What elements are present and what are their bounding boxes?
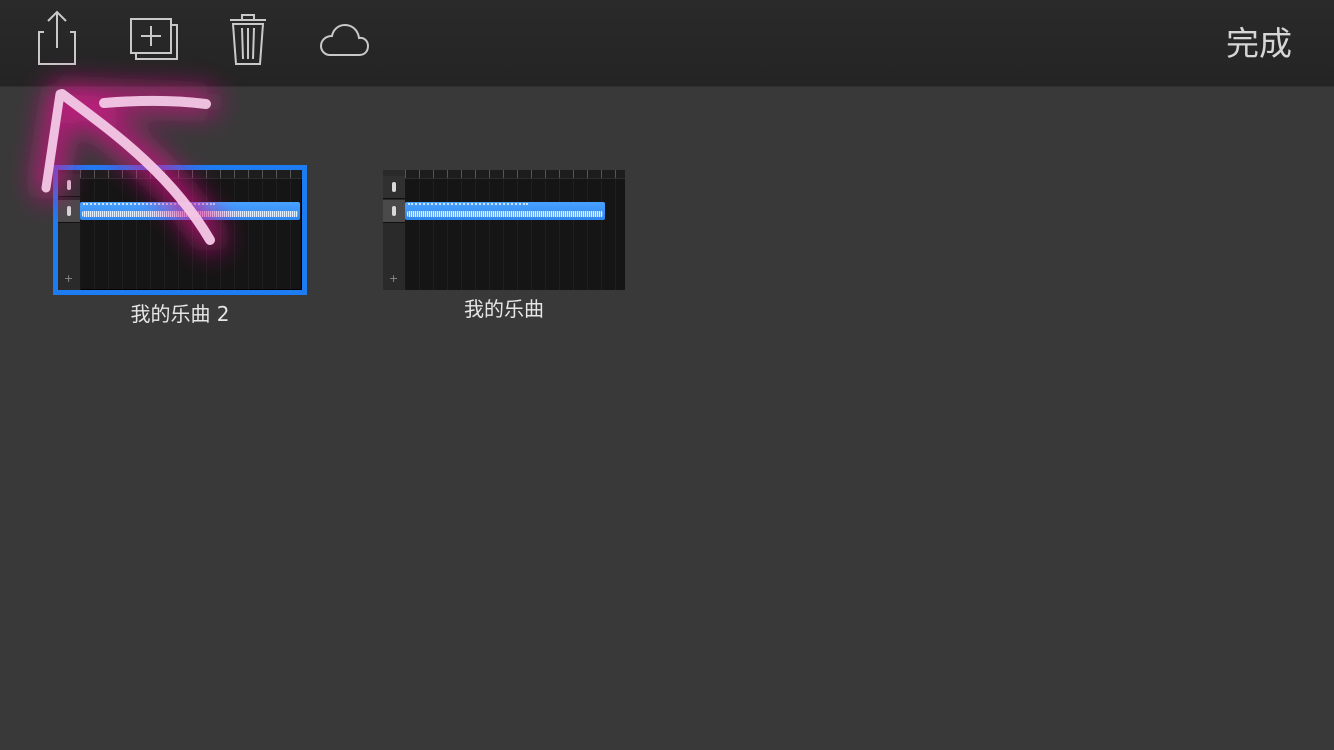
done-button[interactable]: 完成 — [1226, 22, 1292, 66]
timeline-ruler — [405, 170, 625, 179]
audio-region — [80, 202, 300, 220]
song-thumbnail[interactable]: + — [53, 165, 307, 295]
microphone-icon — [392, 206, 396, 216]
track-lanes — [80, 179, 302, 290]
song-thumbnail[interactable]: + — [383, 170, 625, 290]
track-lanes — [405, 179, 625, 290]
track-header — [58, 200, 80, 223]
track-header — [58, 174, 80, 197]
add-track-icon: + — [389, 272, 399, 285]
microphone-icon — [67, 206, 71, 216]
duplicate-button[interactable] — [122, 8, 182, 72]
song-item[interactable]: + 我的乐曲 2 — [53, 165, 307, 327]
track-header-column: + — [383, 170, 406, 290]
song-title: 我的乐曲 — [464, 297, 544, 321]
audio-waveform — [82, 211, 298, 217]
icloud-button[interactable] — [314, 8, 374, 72]
track-header-column: + — [58, 170, 81, 290]
share-icon — [35, 10, 79, 70]
timeline-ruler — [80, 170, 302, 179]
microphone-icon — [67, 180, 71, 190]
trash-icon — [228, 13, 268, 67]
track-header — [383, 200, 405, 223]
region-label — [408, 203, 528, 211]
add-track-icon: + — [64, 272, 74, 285]
annotation-arrow — [35, 83, 223, 251]
track-header — [383, 176, 405, 199]
song-title: 我的乐曲 2 — [130, 302, 230, 326]
app-window: 完成 + 我的乐曲 2 + 我的乐曲 — [0, 0, 1334, 750]
share-button[interactable] — [27, 8, 87, 72]
audio-region — [405, 202, 605, 220]
region-label — [83, 203, 215, 211]
cloud-icon — [318, 22, 370, 58]
top-toolbar: 完成 — [0, 0, 1334, 87]
song-item[interactable]: + 我的乐曲 — [383, 170, 625, 322]
audio-waveform — [407, 211, 603, 217]
microphone-icon — [392, 182, 396, 192]
duplicate-icon — [126, 16, 178, 64]
trash-button[interactable] — [218, 8, 278, 72]
